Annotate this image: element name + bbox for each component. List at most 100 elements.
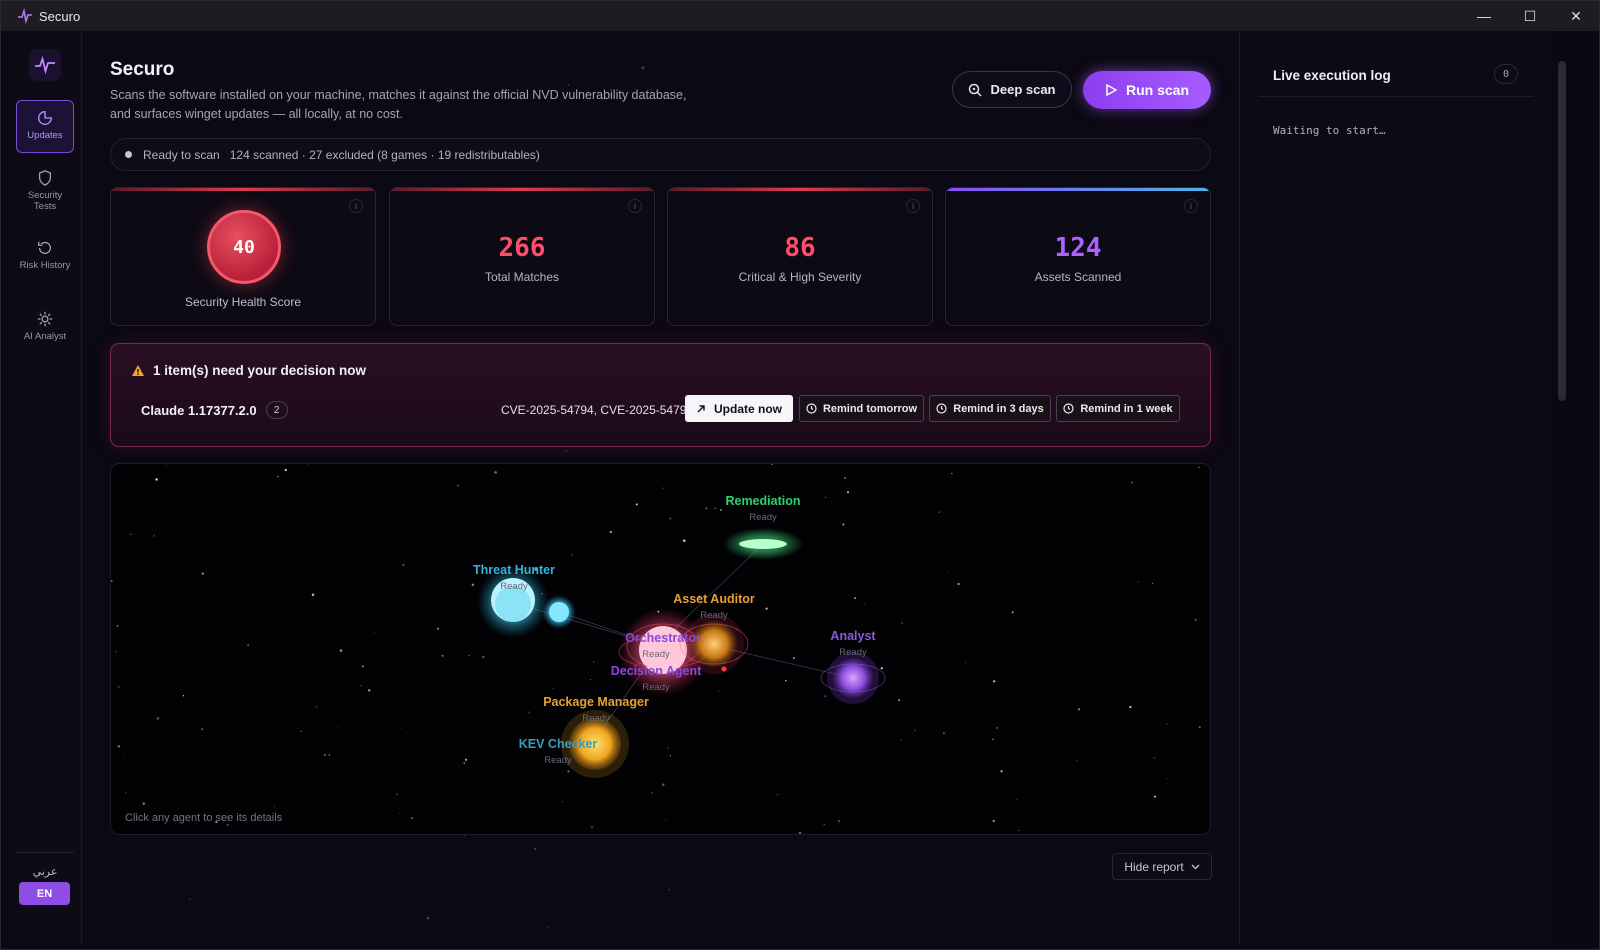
log-title: Live execution log xyxy=(1273,68,1391,83)
log-empty-message: Waiting to start… xyxy=(1273,124,1386,137)
scrollbar-thumb[interactable] xyxy=(1558,61,1566,401)
minimize-icon[interactable]: — xyxy=(1461,1,1507,31)
critical-severity-card: i 86 Critical & High Severity xyxy=(667,187,933,326)
decision-app: Claude 1.17377.2.0 2 xyxy=(141,401,288,419)
agent-asset-auditor-status: Ready xyxy=(700,610,728,621)
page-title: Securo xyxy=(110,59,175,80)
remind-3-days-button[interactable]: Remind in 3 days xyxy=(929,395,1051,422)
decision-title: 1 item(s) need your decision now xyxy=(131,363,366,378)
sidebar-item-label: Security Tests xyxy=(27,190,63,212)
agent-package-manager-status: Ready xyxy=(582,713,610,724)
refresh-pie-icon xyxy=(38,111,52,125)
live-log-panel: Live execution log 0 Waiting to start… xyxy=(1239,31,1551,944)
log-count-badge: 0 xyxy=(1494,64,1518,84)
agent-remediation-label: Remediation xyxy=(725,494,801,508)
decision-title-text: 1 item(s) need your decision now xyxy=(153,363,367,378)
sidebar-item-ai-analyst[interactable]: AI Analyst xyxy=(16,302,74,350)
run-scan-button[interactable]: Run scan xyxy=(1083,71,1211,109)
agent-threat-hunter-label: Threat Hunter xyxy=(473,563,555,577)
chevron-down-icon xyxy=(1191,864,1200,869)
sidebar-item-security-tests[interactable]: Security Tests xyxy=(16,161,74,219)
decision-panel: 1 item(s) need your decision now Claude … xyxy=(110,343,1211,447)
total-matches-value: 266 xyxy=(498,233,546,263)
agent-analyst-node[interactable] xyxy=(820,652,886,704)
remind-3-days-label: Remind in 3 days xyxy=(953,402,1044,415)
health-score-label: Security Health Score xyxy=(184,295,302,309)
critical-severity-value: 86 xyxy=(784,233,816,263)
graph-hint: Click any agent to see its details xyxy=(125,812,283,824)
agent-remediation-status: Ready xyxy=(749,512,777,523)
agent-orchestrator-status: Ready xyxy=(642,649,670,660)
title-bar: Securo — ☐ ✕ xyxy=(1,1,1599,31)
info-icon[interactable]: i xyxy=(628,199,642,213)
pulse-logo-icon[interactable] xyxy=(29,49,61,81)
assets-scanned-label: Assets Scanned xyxy=(1034,270,1122,284)
app-logo-icon xyxy=(18,8,32,24)
decision-app-name: Claude 1.17377.2.0 xyxy=(141,402,257,418)
app-body: Updates Security Tests Risk History AI A… xyxy=(8,31,1594,944)
decision-cves: CVE-2025-54794, CVE-2025-54795 xyxy=(501,403,694,417)
sidebar-item-risk-history[interactable]: Risk History xyxy=(16,231,74,289)
remind-tomorrow-label: Remind tomorrow xyxy=(822,402,918,415)
log-divider xyxy=(1258,96,1534,97)
assets-scanned-card: i 124 Assets Scanned xyxy=(945,187,1211,326)
run-scan-label: Run scan xyxy=(1125,82,1189,98)
sidebar-item-label: AI Analyst xyxy=(23,331,67,342)
agent-decision-label: Decision Agent xyxy=(610,664,702,678)
clock-icon xyxy=(806,403,817,414)
window-title: Securo xyxy=(39,8,81,24)
app-window: Securo — ☐ ✕ Updates Security Tests Risk xyxy=(0,0,1600,950)
agent-analyst-status: Ready xyxy=(839,647,867,658)
clock-icon xyxy=(1063,403,1074,414)
deep-scan-button[interactable]: Deep scan xyxy=(952,71,1072,108)
update-now-button[interactable]: Update now xyxy=(685,395,793,422)
close-icon[interactable]: ✕ xyxy=(1553,1,1599,31)
cve-count-badge: 2 xyxy=(265,401,288,419)
history-icon xyxy=(38,241,52,254)
hide-report-label: Hide report xyxy=(1124,859,1184,874)
remind-1-week-button[interactable]: Remind in 1 week xyxy=(1056,395,1180,422)
critical-severity-label: Critical & High Severity xyxy=(738,270,862,284)
play-icon xyxy=(1106,84,1117,96)
sun-gear-icon xyxy=(37,311,53,327)
agent-remediation-node[interactable] xyxy=(723,528,803,560)
agent-package-manager-label: Package Manager xyxy=(543,695,649,709)
main-content: Securo Scans the software installed on y… xyxy=(82,31,1239,944)
scan-status-bar: Ready to scan 124 scanned · 27 excluded … xyxy=(110,138,1211,171)
zoom-search-icon xyxy=(969,83,982,97)
agent-kev-checker-label: KEV Checker xyxy=(518,737,598,751)
shield-icon xyxy=(38,170,52,186)
info-icon[interactable]: i xyxy=(1184,199,1198,213)
remind-tomorrow-button[interactable]: Remind tomorrow xyxy=(799,395,924,422)
total-matches-card: i 266 Total Matches xyxy=(389,187,655,326)
assets-scanned-value: 124 xyxy=(1054,233,1102,263)
page-description: Scans the software installed on your mac… xyxy=(110,88,687,121)
language-arabic-option[interactable]: عربي xyxy=(25,865,65,878)
info-icon[interactable]: i xyxy=(349,199,363,213)
sidebar: Updates Security Tests Risk History AI A… xyxy=(8,31,82,944)
deep-scan-label: Deep scan xyxy=(990,82,1056,97)
agent-analyst-label: Analyst xyxy=(830,629,876,643)
agent-graph[interactable]: Remediation Ready Threat Hunter Ready As… xyxy=(110,463,1211,835)
status-state: Ready to scan xyxy=(143,147,220,162)
agent-threat-hunter-status: Ready xyxy=(500,581,528,592)
health-score-gauge: 40 xyxy=(207,210,281,284)
agent-decision-status: Ready xyxy=(642,682,670,693)
remind-1-week-label: Remind in 1 week xyxy=(1080,402,1173,415)
sidebar-item-label: Risk History xyxy=(19,260,71,271)
sidebar-item-label: Updates xyxy=(27,130,63,141)
info-icon[interactable]: i xyxy=(906,199,920,213)
arrow-up-right-icon xyxy=(697,404,705,412)
status-dot-icon xyxy=(125,151,132,158)
agent-orchestrator-label: Orchestrator xyxy=(625,631,701,645)
hide-report-button[interactable]: Hide report xyxy=(1112,853,1212,880)
clock-icon xyxy=(936,403,947,414)
maximize-icon[interactable]: ☐ xyxy=(1507,1,1553,31)
total-matches-label: Total Matches xyxy=(484,270,560,284)
language-english-option[interactable]: EN xyxy=(19,882,70,905)
status-detail: 124 scanned · 27 excluded (8 games · 19 … xyxy=(229,147,540,162)
agent-kev-checker-status: Ready xyxy=(544,755,572,766)
sidebar-item-updates[interactable]: Updates xyxy=(16,100,74,153)
language-switcher: عربي EN xyxy=(16,852,74,910)
health-score-card: i 40 Security Health Score xyxy=(110,187,376,326)
